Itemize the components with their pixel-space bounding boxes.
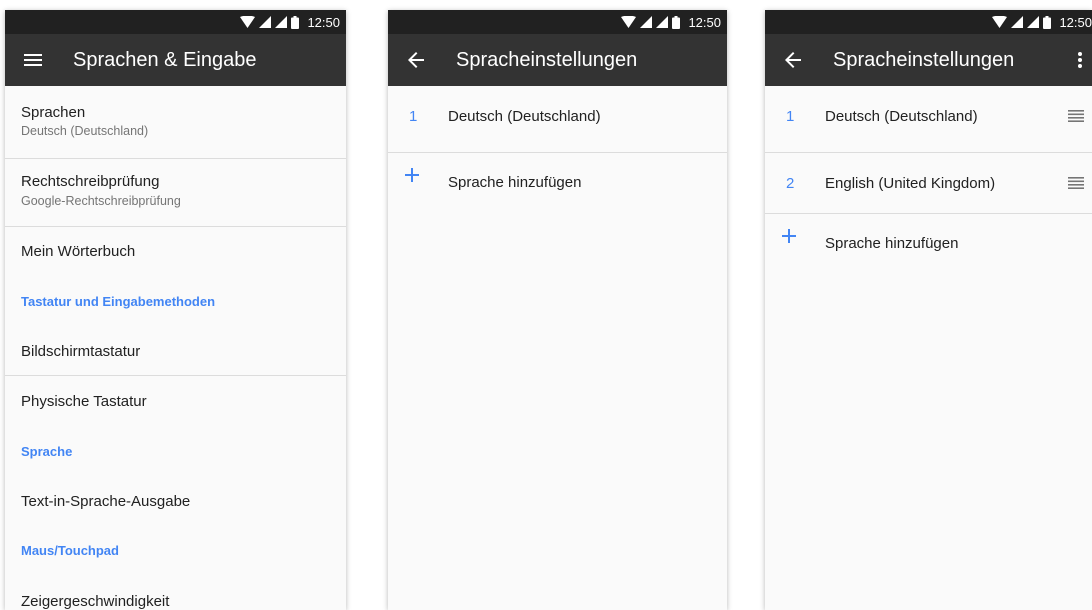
settings-item-pointer-speed[interactable]: Zeigergeschwindigkeit [5, 576, 346, 610]
section-header-speech: Sprache [21, 444, 73, 459]
signal-icon [1027, 16, 1040, 28]
status-bar: 12:50 [5, 10, 346, 34]
settings-item-physical-keyboard[interactable]: Physische Tastatur [5, 376, 346, 426]
plus-icon [405, 168, 419, 182]
clock: 12:50 [688, 14, 721, 30]
status-bar: 12:50 [765, 10, 1092, 34]
status-bar: 12:50 [388, 10, 727, 34]
battery-icon [1043, 15, 1052, 29]
language-name: English (United Kingdom) [825, 175, 996, 192]
signal-icon [1011, 16, 1024, 28]
settings-item-dictionary[interactable]: Mein Wörterbuch [5, 227, 346, 277]
wifi-icon [992, 16, 1008, 28]
hamburger-menu-icon[interactable] [5, 34, 61, 86]
add-language-label: Sprache hinzufügen [448, 174, 582, 191]
app-bar: Spracheinstellungen [765, 34, 1092, 86]
clock: 12:50 [1059, 14, 1092, 30]
signal-icon [275, 16, 288, 28]
battery-icon [291, 15, 300, 29]
language-index: 1 [786, 108, 795, 125]
signal-icon [259, 16, 272, 28]
add-language-button[interactable]: Sprache hinzufügen [388, 153, 727, 213]
signal-icon [640, 16, 653, 28]
battery-icon [672, 15, 681, 29]
language-index: 1 [409, 108, 418, 125]
item-title: Text-in-Sprache-Ausgabe [21, 493, 191, 510]
section-header-keyboard: Tastatur und Eingabemethoden [21, 294, 216, 309]
item-title: Physische Tastatur [21, 393, 147, 410]
screen-language-preferences: 12:50 Spracheinstellungen 1 Deutsch (Deu… [388, 10, 727, 610]
app-bar: Sprachen & Eingabe [5, 34, 346, 86]
drag-handle-icon[interactable] [1068, 177, 1084, 189]
add-language-button[interactable]: Sprache hinzufügen [765, 214, 1092, 274]
page-title: Sprachen & Eingabe [73, 48, 257, 71]
item-title: Mein Wörterbuch [21, 243, 136, 260]
item-summary: Google-Rechtschreibprüfung [21, 194, 181, 208]
item-title: Sprachen [21, 104, 86, 121]
settings-item-spellcheck[interactable]: Rechtschreibprüfung Google-Rechtschreibp… [5, 159, 346, 227]
back-arrow-icon[interactable] [388, 34, 444, 86]
item-title: Rechtschreibprüfung [21, 173, 160, 190]
language-row[interactable]: 2 English (United Kingdom) [765, 153, 1092, 219]
page-title: Spracheinstellungen [833, 48, 1015, 71]
signal-icon [656, 16, 669, 28]
language-name: Deutsch (Deutschland) [825, 108, 978, 125]
item-title: Zeigergeschwindigkeit [21, 593, 170, 610]
settings-item-languages[interactable]: Sprachen Deutsch (Deutschland) [5, 86, 346, 158]
wifi-icon [621, 16, 637, 28]
language-index: 2 [786, 175, 795, 192]
back-arrow-icon[interactable] [765, 34, 821, 86]
more-vert-icon[interactable] [1068, 34, 1092, 86]
page-title: Spracheinstellungen [456, 48, 638, 71]
language-name: Deutsch (Deutschland) [448, 108, 601, 125]
screen-language-preferences-two: 12:50 Spracheinstellungen 1 Deutsch (Deu… [765, 10, 1092, 610]
settings-item-tts[interactable]: Text-in-Sprache-Ausgabe [5, 476, 346, 526]
section-header-mouse: Maus/Touchpad [21, 543, 119, 558]
add-language-label: Sprache hinzufügen [825, 235, 959, 252]
language-row[interactable]: 1 Deutsch (Deutschland) [765, 86, 1092, 152]
drag-handle-icon[interactable] [1068, 110, 1084, 122]
screen-language-input: 12:50 Sprachen & Eingabe Sprachen Deutsc… [5, 10, 346, 610]
clock: 12:50 [307, 14, 340, 30]
item-summary: Deutsch (Deutschland) [21, 124, 149, 138]
item-title: Bildschirmtastatur [21, 343, 141, 360]
settings-item-onscreen-keyboard[interactable]: Bildschirmtastatur [5, 326, 346, 376]
plus-icon [782, 229, 796, 243]
app-bar: Spracheinstellungen [388, 34, 727, 86]
wifi-icon [240, 16, 256, 28]
language-row[interactable]: 1 Deutsch (Deutschland) [388, 86, 727, 152]
